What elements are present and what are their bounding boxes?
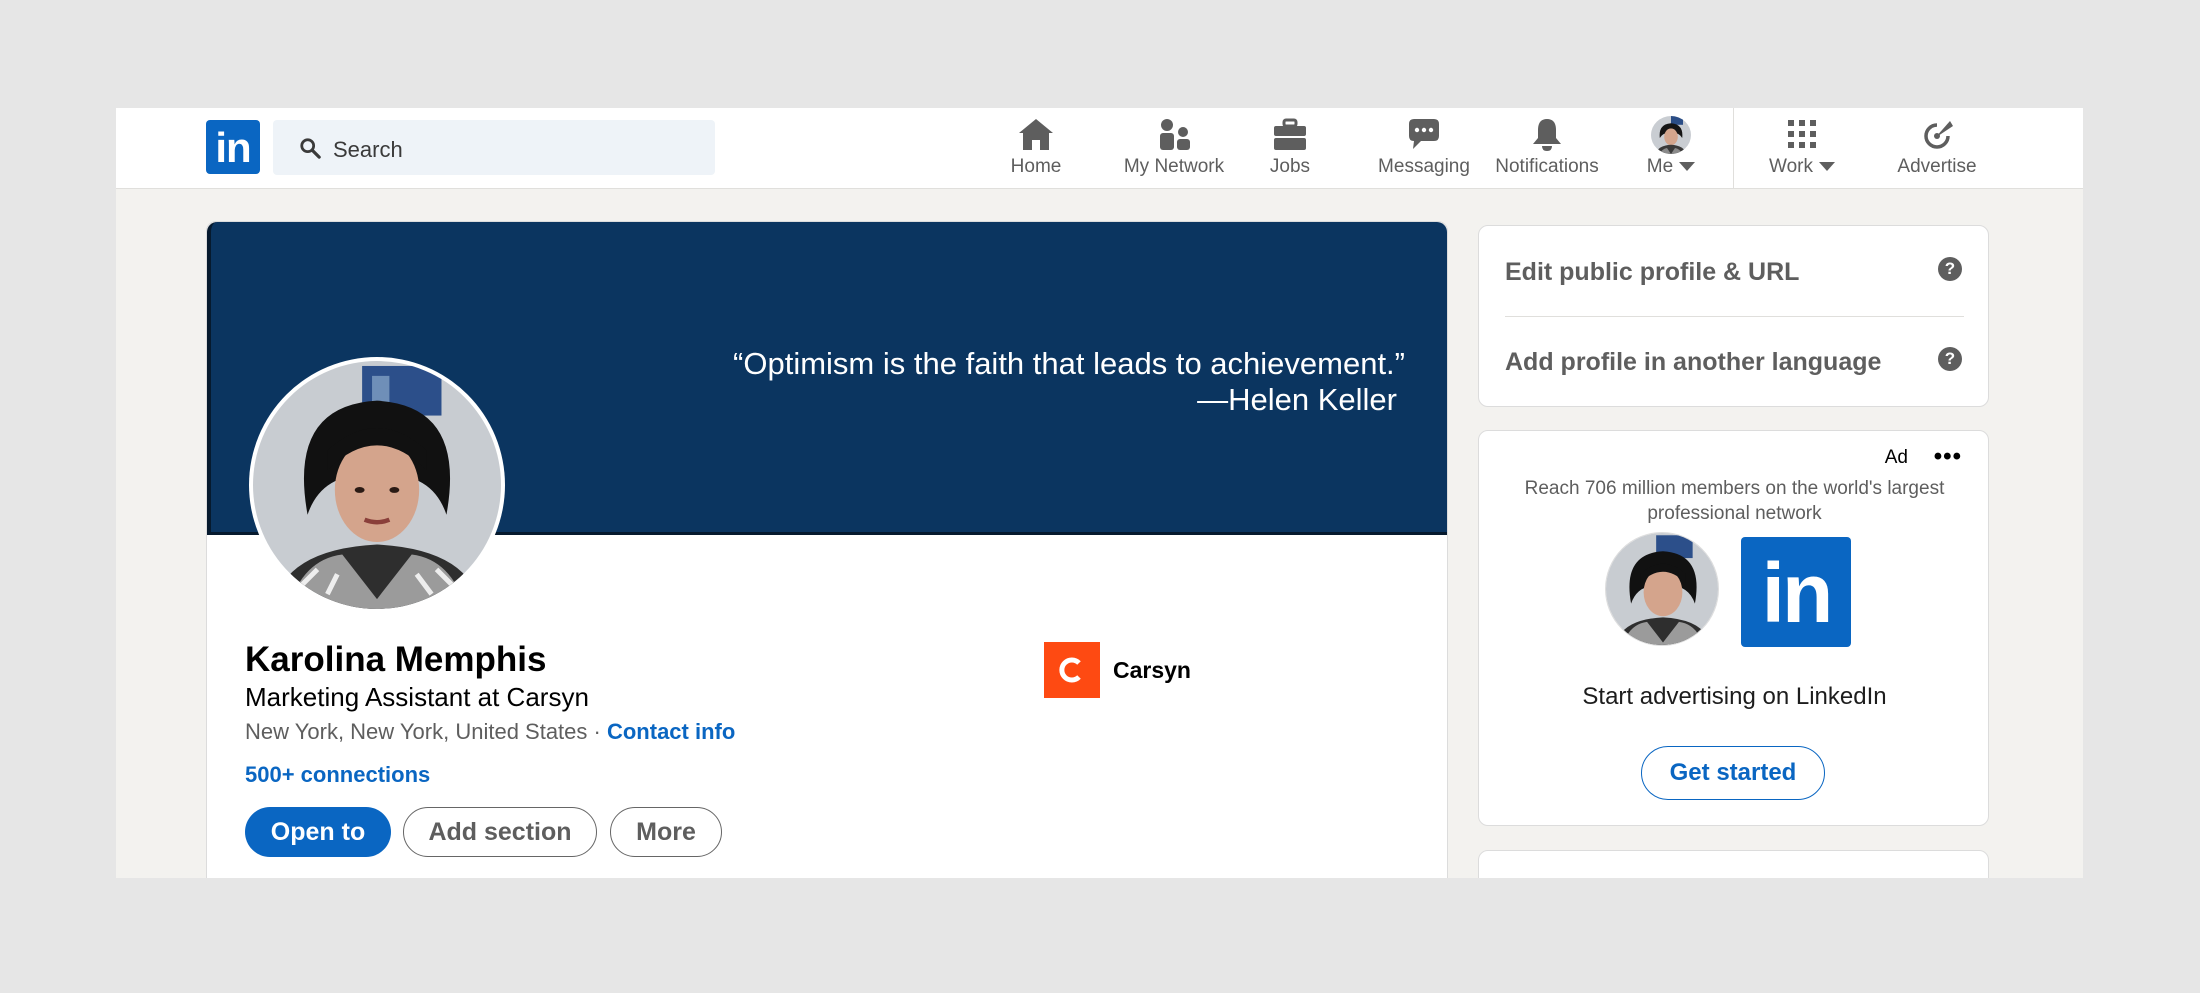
more-button[interactable]: More bbox=[610, 807, 722, 857]
more-options-icon[interactable]: ••• bbox=[1934, 443, 1962, 471]
location-separator: · bbox=[587, 719, 607, 744]
search-placeholder: Search bbox=[333, 137, 403, 162]
profile-photo-image bbox=[253, 361, 501, 609]
nav-home-label: Home bbox=[1010, 156, 1062, 177]
app-window: in Search Home My Network Jobs Messaging… bbox=[116, 108, 2083, 878]
profile-settings-card: Edit public profile & URL ? Add profile … bbox=[1478, 225, 1989, 407]
company-logo bbox=[1044, 642, 1100, 698]
avatar bbox=[1651, 116, 1691, 154]
add-language-profile-link[interactable]: Add profile in another language bbox=[1505, 348, 1881, 377]
nav-jobs-label: Jobs bbox=[1269, 156, 1311, 177]
search-icon bbox=[300, 138, 321, 159]
carsyn-logo-icon bbox=[1059, 657, 1081, 683]
nav-divider bbox=[1733, 108, 1734, 189]
banner-quote-author: —Helen Keller bbox=[1197, 382, 1397, 417]
profile-name: Karolina Memphis bbox=[245, 640, 547, 679]
nav-me-label: Me bbox=[1646, 156, 1674, 177]
ad-card: Ad ••• Reach 706 million members on the … bbox=[1478, 430, 1989, 826]
ad-cta-text: Start advertising on LinkedIn bbox=[1582, 683, 1887, 710]
profile-card: “Optimism is the faith that leads to ach… bbox=[206, 221, 1448, 878]
ad-user-avatar bbox=[1605, 532, 1719, 646]
ad-description: Reach 706 million members on the world's… bbox=[1524, 478, 1945, 524]
nav-work-label-wrap: Work bbox=[1762, 156, 1842, 178]
profile-photo[interactable] bbox=[249, 357, 505, 613]
profile-location: New York, New York, United States bbox=[245, 719, 588, 744]
nav-me-label-wrap: Me bbox=[1636, 156, 1706, 178]
open-to-button[interactable]: Open to bbox=[245, 807, 391, 857]
add-section-button[interactable]: Add section bbox=[403, 807, 597, 857]
bell-icon bbox=[1533, 119, 1561, 151]
linkedin-logo[interactable]: in bbox=[206, 120, 260, 174]
nav-work-label: Work bbox=[1769, 156, 1813, 177]
search-input[interactable]: Search bbox=[273, 120, 715, 175]
get-started-button[interactable]: Get started bbox=[1641, 746, 1825, 800]
compass-icon bbox=[1924, 121, 1953, 149]
nav-jobs[interactable]: Jobs bbox=[1250, 116, 1330, 186]
chevron-down-icon bbox=[1818, 162, 1835, 172]
nav-notifications[interactable]: Notifications bbox=[1482, 116, 1612, 186]
connections-link[interactable]: 500+ connections bbox=[245, 762, 430, 788]
help-icon[interactable]: ? bbox=[1938, 347, 1962, 371]
nav-my-network-label: My Network bbox=[1123, 156, 1225, 177]
nav-my-network[interactable]: My Network bbox=[1104, 116, 1244, 186]
company-name: Carsyn bbox=[1113, 656, 1191, 683]
top-nav: in Search Home My Network Jobs Messaging… bbox=[116, 108, 2083, 189]
briefcase-icon bbox=[1274, 118, 1306, 150]
nav-advertise[interactable]: Advertise bbox=[1882, 116, 1992, 186]
profile-headline: Marketing Assistant at Carsyn bbox=[245, 682, 589, 712]
ad-label: Ad bbox=[1884, 447, 1908, 468]
nav-messaging-label: Messaging bbox=[1378, 156, 1470, 177]
chevron-down-icon bbox=[1679, 162, 1696, 172]
linkedin-ad-logo: in bbox=[1741, 537, 1851, 647]
help-icon[interactable]: ? bbox=[1938, 257, 1962, 281]
current-company[interactable]: Carsyn bbox=[1044, 642, 1191, 698]
divider bbox=[1505, 316, 1964, 317]
people-icon bbox=[1160, 119, 1190, 150]
nav-me[interactable]: Me bbox=[1636, 116, 1706, 186]
chat-icon bbox=[1409, 119, 1439, 149]
edit-public-profile-link[interactable]: Edit public profile & URL bbox=[1505, 258, 1799, 287]
nav-home[interactable]: Home bbox=[996, 116, 1076, 186]
nav-advertise-label: Advertise bbox=[1897, 156, 1977, 177]
home-icon bbox=[1019, 119, 1053, 150]
grid-icon bbox=[1788, 120, 1816, 148]
nav-notifications-label: Notifications bbox=[1495, 156, 1599, 177]
rail-card-partial bbox=[1478, 850, 1989, 878]
contact-info-link[interactable]: Contact info bbox=[607, 719, 735, 744]
nav-work[interactable]: Work bbox=[1762, 116, 1842, 186]
banner-quote: “Optimism is the faith that leads to ach… bbox=[733, 346, 1405, 381]
nav-messaging[interactable]: Messaging bbox=[1364, 116, 1484, 186]
profile-location-line: New York, New York, United States · Cont… bbox=[245, 719, 735, 745]
